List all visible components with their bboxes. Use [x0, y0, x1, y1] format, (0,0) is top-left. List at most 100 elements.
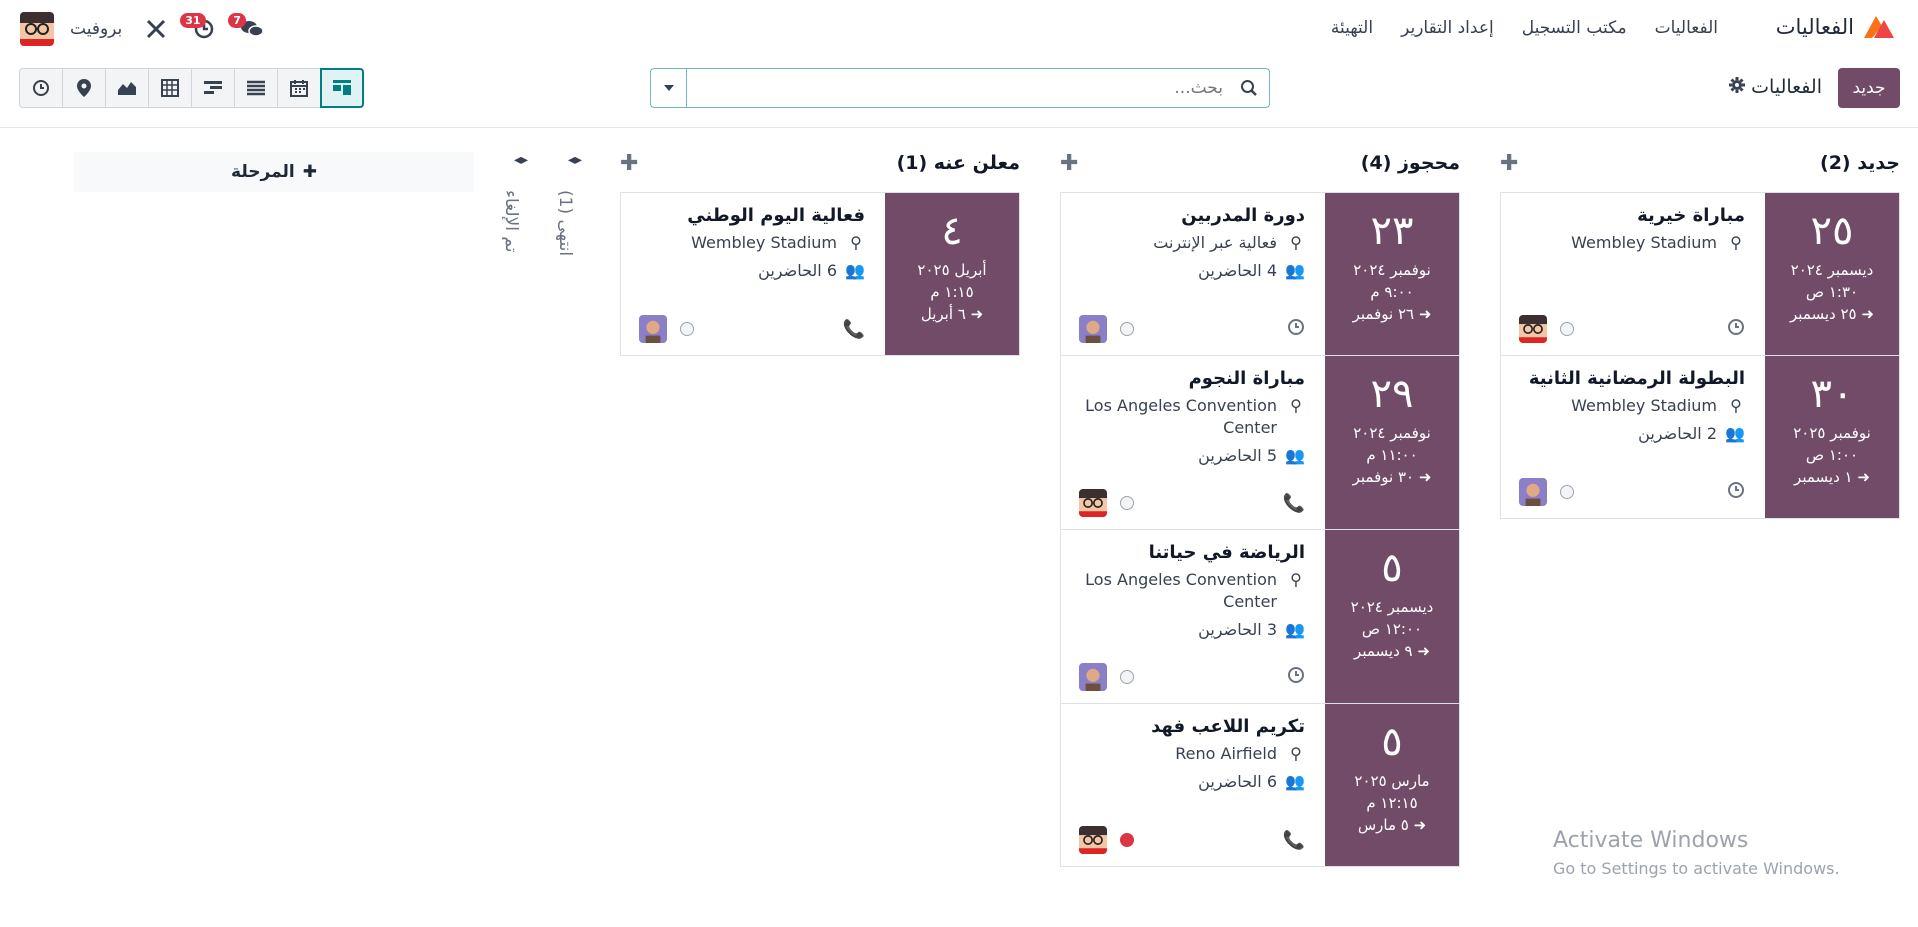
- activities-icon[interactable]: 31: [180, 13, 218, 43]
- event-month: نوفمبر ٢٠٢٤: [1353, 424, 1431, 442]
- event-day: ٢٥: [1810, 208, 1854, 254]
- column-title[interactable]: جديد (2): [1820, 152, 1900, 174]
- column-cards: ٤ أبريل ٢٠٢٥ ١:١٥ م ➜ ٦ أبريل فعالية الي…: [620, 192, 1020, 356]
- event-attendees: 👥 3 الحاضرين: [1071, 619, 1305, 641]
- event-time: ١٢:١٥ م: [1366, 794, 1418, 812]
- graph-view-button[interactable]: [105, 68, 149, 108]
- event-card[interactable]: ٤ أبريل ٢٠٢٥ ١:١٥ م ➜ ٦ أبريل فعالية الي…: [621, 193, 1019, 356]
- event-card[interactable]: ٢٥ ديسمبر ٢٠٢٤ ١:٣٠ ص ➜ ٢٥ ديسمبر مباراة…: [1501, 193, 1899, 356]
- event-location: ⚲ Wembley Stadium: [631, 232, 865, 254]
- list-view-button[interactable]: [234, 68, 278, 108]
- quick-create-icon[interactable]: ✚: [1500, 151, 1518, 176]
- location-text: Wembley Stadium: [1571, 396, 1717, 415]
- clock-icon[interactable]: [1727, 318, 1745, 340]
- windows-activation-watermark: Activate Windows Go to Settings to activ…: [1553, 828, 1840, 878]
- gantt-view-button[interactable]: [191, 68, 235, 108]
- user-avatar[interactable]: [1519, 478, 1547, 506]
- event-card[interactable]: ٢٣ نوفمبر ٢٠٢٤ ٩:٠٠ م ➜ ٢٦ نوفمبر دورة ا…: [1061, 193, 1459, 356]
- clock-icon[interactable]: [1287, 666, 1305, 688]
- phone-icon[interactable]: 📞: [1283, 830, 1305, 851]
- event-title: دورة المدربين: [1181, 205, 1305, 226]
- event-end-label: ١ ديسمبر: [1794, 468, 1853, 486]
- events-app-icon: [1862, 14, 1896, 40]
- event-card[interactable]: ٥ ديسمبر ٢٠٢٤ ١٢:٠٠ ص ➜ ٩ ديسمبر الرياضة…: [1061, 530, 1459, 704]
- event-card[interactable]: ٥ مارس ٢٠٢٥ ١٢:١٥ م ➜ ٥ مارس تكريم اللاع…: [1061, 704, 1459, 867]
- quick-create-icon[interactable]: ✚: [620, 151, 638, 176]
- add-stage-button[interactable]: ✚ المرحلة: [74, 152, 474, 192]
- event-card-body: الرياضة في حياتنا ⚲ Los Angeles Conventio…: [1061, 530, 1325, 703]
- clock-icon[interactable]: [1727, 481, 1745, 503]
- location-text: Los Angeles Convention Center: [1085, 570, 1277, 611]
- column-title[interactable]: محجوز (4): [1361, 152, 1460, 174]
- menu-item-reporting[interactable]: إعداد التقارير: [1401, 18, 1494, 38]
- quick-create-icon[interactable]: ✚: [1060, 151, 1078, 176]
- user-avatar[interactable]: [20, 12, 54, 46]
- new-button[interactable]: جديد: [1838, 68, 1900, 108]
- map-view-button[interactable]: [62, 68, 106, 108]
- search-icon[interactable]: [1229, 69, 1269, 107]
- event-title: تكريم اللاعب فهد: [1151, 716, 1305, 737]
- map-marker-icon: [77, 79, 91, 97]
- debug-tools-icon[interactable]: [142, 15, 170, 43]
- pivot-view-button[interactable]: [148, 68, 192, 108]
- view-switcher: [19, 68, 364, 108]
- clock-icon[interactable]: [1287, 318, 1305, 340]
- menu-item-registration-desk[interactable]: مكتب التسجيل: [1522, 18, 1627, 38]
- card-assignee: [1079, 826, 1135, 854]
- caret-down-icon: [663, 85, 674, 91]
- event-card[interactable]: ٢٩ نوفمبر ٢٠٢٤ ١١:٠٠ م ➜ ٣٠ نوفمبر مبارا…: [1061, 356, 1459, 530]
- event-card-body: فعالية اليوم الوطني ⚲ Wembley Stadium 👥 6 …: [621, 193, 885, 355]
- breadcrumb-title: الفعاليات: [1751, 76, 1822, 98]
- event-day: ٢٩: [1370, 371, 1414, 417]
- event-card-body: البطولة الرمضانية الثانية ⚲ Wembley Stadi…: [1501, 356, 1765, 518]
- company-switcher[interactable]: بروفيت: [70, 19, 122, 39]
- phone-icon[interactable]: 📞: [1283, 493, 1305, 514]
- event-time: ١:١٥ م: [930, 283, 974, 301]
- menu-item-configuration[interactable]: التهيئة: [1331, 18, 1373, 38]
- kanban-status-icon[interactable]: [1560, 485, 1575, 499]
- card-footer: 📞: [639, 315, 865, 343]
- event-day: ٤: [941, 208, 963, 254]
- card-footer: 📞: [1079, 826, 1305, 854]
- kanban-status-icon[interactable]: [1560, 322, 1575, 336]
- user-avatar[interactable]: [639, 315, 667, 343]
- folded-column-ended[interactable]: ◂▸ انتهى (1): [555, 152, 595, 256]
- kanban-status-icon[interactable]: [1120, 322, 1135, 336]
- users-icon: 👥: [845, 261, 865, 280]
- column-title[interactable]: معلن عنه (1): [897, 152, 1020, 174]
- event-date-block: ٢٥ ديسمبر ٢٠٢٤ ١:٣٠ ص ➜ ٢٥ ديسمبر: [1765, 193, 1899, 355]
- phone-icon[interactable]: 📞: [843, 319, 865, 340]
- messages-icon[interactable]: 7: [228, 13, 266, 43]
- app-brand[interactable]: الفعاليات: [1776, 14, 1896, 40]
- event-location: ⚲ Los Angeles Convention Center: [1071, 395, 1305, 439]
- user-avatar[interactable]: [1079, 826, 1107, 854]
- user-avatar[interactable]: [1519, 315, 1547, 343]
- event-date-block: ٥ مارس ٢٠٢٥ ١٢:١٥ م ➜ ٥ مارس: [1325, 704, 1459, 866]
- gear-icon[interactable]: [1729, 76, 1746, 98]
- kanban-status-icon[interactable]: [1120, 496, 1135, 510]
- user-avatar[interactable]: [1079, 315, 1107, 343]
- kanban-status-icon[interactable]: [680, 322, 695, 336]
- activity-view-button[interactable]: [19, 68, 63, 108]
- kanban-column-new: جديد (2) ✚ ٢٥ ديسمبر ٢٠٢٤ ١:٣٠ ص ➜ ٢٥ دي…: [1500, 148, 1900, 519]
- menu-item-events[interactable]: الفعاليات: [1655, 18, 1718, 38]
- event-card-body: دورة المدربين ⚲ فعالية عبر الإنترنت 👥 4 ال…: [1061, 193, 1325, 355]
- calendar-view-button[interactable]: [277, 68, 321, 108]
- event-month: نوفمبر ٢٠٢٥: [1793, 424, 1871, 442]
- folded-column-cancelled[interactable]: ◂▸ تم الإلغاء: [501, 152, 541, 252]
- users-icon: 👥: [1285, 620, 1305, 639]
- user-avatar[interactable]: [1079, 663, 1107, 691]
- kanban-status-icon[interactable]: [1120, 670, 1135, 684]
- card-footer: 📞: [1079, 489, 1305, 517]
- top-navbar: الفعاليات الفعاليات مكتب التسجيل إعداد ا…: [0, 0, 1918, 58]
- user-avatar[interactable]: [1079, 489, 1107, 517]
- event-card[interactable]: ٣٠ نوفمبر ٢٠٢٥ ١:٠٠ ص ➜ ١ ديسمبر البطولة…: [1501, 356, 1899, 519]
- pivot-table-icon: [161, 79, 179, 97]
- event-end-label: ٩ ديسمبر: [1354, 642, 1413, 660]
- event-date-block: ٤ أبريل ٢٠٢٥ ١:١٥ م ➜ ٦ أبريل: [885, 193, 1019, 355]
- watermark-subtitle: Go to Settings to activate Windows.: [1553, 859, 1840, 878]
- kanban-view-button[interactable]: [320, 68, 364, 108]
- search-options-toggle[interactable]: [651, 69, 687, 107]
- search-input[interactable]: [687, 69, 1229, 107]
- kanban-status-icon[interactable]: [1120, 833, 1135, 847]
